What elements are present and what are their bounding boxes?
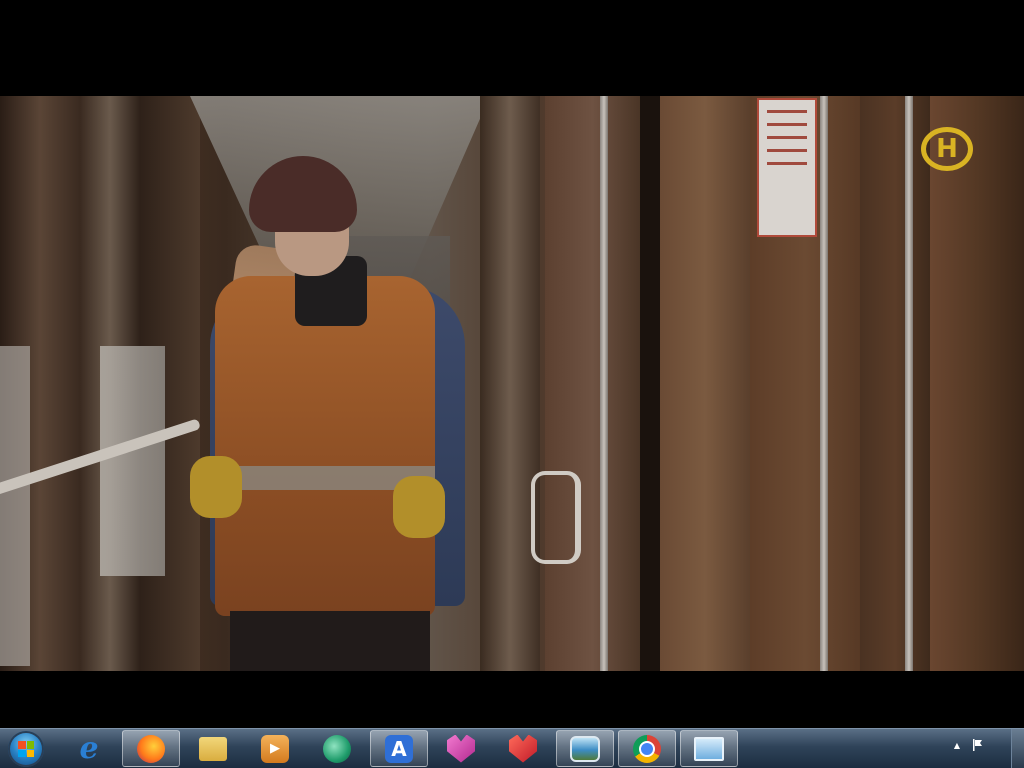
system-tray: ▲: [954, 739, 984, 751]
flag-icon[interactable]: [972, 739, 984, 751]
compartment-wall: [480, 96, 540, 671]
door-gap: [640, 96, 660, 671]
navigator-icon: A: [385, 734, 413, 763]
monitor-icon: [694, 736, 724, 761]
compartment-door: [860, 96, 930, 671]
orange-vest: [215, 276, 435, 616]
door-frame: [905, 96, 913, 671]
picture-icon: [570, 735, 600, 762]
show-hidden-icons-button[interactable]: ▲: [954, 741, 960, 750]
taskbar-internet-explorer[interactable]: e: [60, 730, 118, 767]
video-frame[interactable]: [0, 96, 1024, 671]
channel-logo: Н: [921, 127, 973, 171]
taskbar-pink-app[interactable]: [432, 730, 490, 767]
taskbar-red-app[interactable]: [494, 730, 552, 767]
show-desktop-button[interactable]: [1011, 729, 1024, 768]
video-player[interactable]: Н: [0, 0, 1024, 728]
pants: [230, 611, 430, 671]
door-handle: [531, 471, 581, 564]
taskbar-remote-desktop[interactable]: [680, 730, 738, 767]
compartment-door: [660, 96, 750, 671]
door-frame: [820, 96, 828, 671]
curtain: [0, 346, 30, 666]
taskbar-globe-browser[interactable]: [308, 730, 366, 767]
start-button[interactable]: [6, 731, 46, 767]
globe-icon: [323, 734, 351, 763]
folder-icon: [199, 736, 227, 761]
woman-in-orange-vest: [185, 156, 485, 671]
yellow-glove: [190, 456, 242, 518]
compartment-door: [930, 96, 1024, 671]
fox-icon: [447, 734, 475, 763]
fox-icon: [509, 734, 537, 763]
taskbar-image-viewer[interactable]: [556, 730, 614, 767]
chrome-icon: [633, 734, 661, 763]
play-icon: ▶: [261, 734, 289, 763]
taskbar-navigator-app[interactable]: A: [370, 730, 428, 767]
taskbar-file-explorer[interactable]: [184, 730, 242, 767]
taskbar-firefox[interactable]: [122, 730, 180, 767]
taskbar-media-player[interactable]: ▶: [246, 730, 304, 767]
curtain: [100, 346, 165, 576]
door-frame: [600, 96, 608, 671]
windows-logo-icon: [8, 731, 44, 767]
taskbar: e ▶ A ▲: [0, 728, 1024, 768]
knit-hat: [249, 156, 357, 232]
warning-sign: [757, 98, 817, 237]
compartment-door: [545, 96, 640, 671]
yellow-glove: [393, 476, 445, 538]
firefox-icon: [137, 734, 165, 763]
internet-explorer-icon: e: [79, 730, 99, 766]
taskbar-chrome[interactable]: [618, 730, 676, 767]
